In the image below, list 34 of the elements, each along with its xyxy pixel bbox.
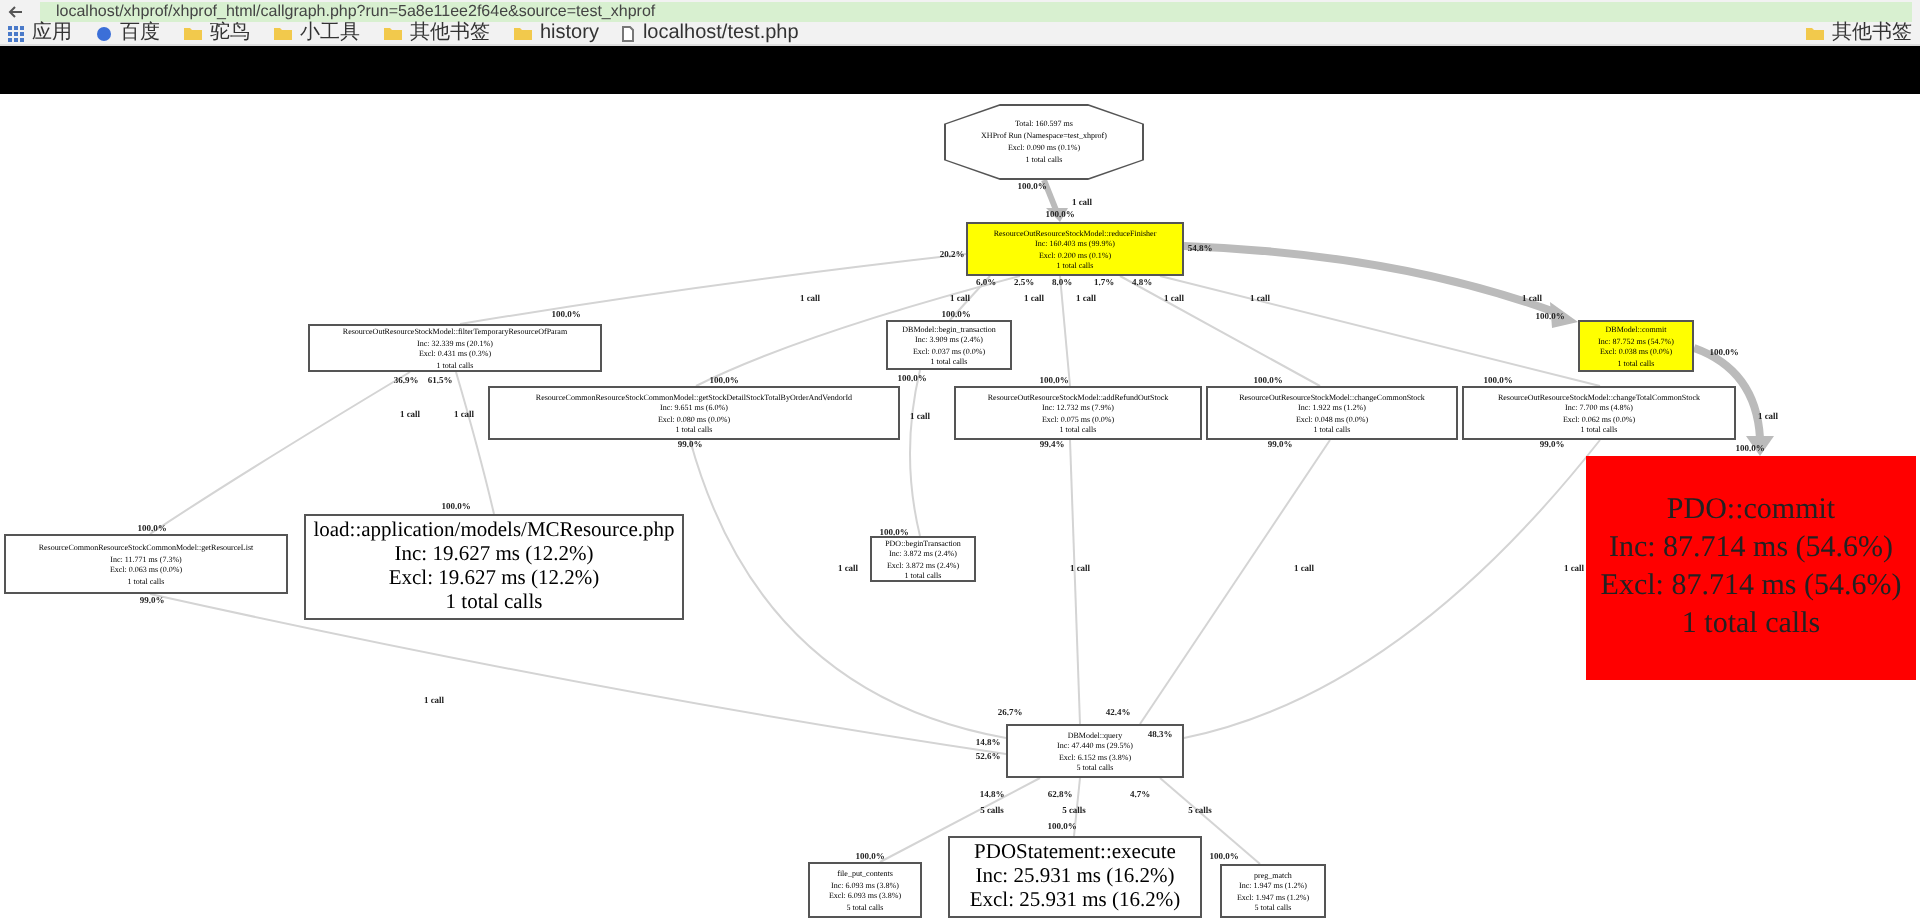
apps-grid-icon (8, 25, 24, 41)
bookmark-label: 应用 (32, 22, 72, 44)
address-field[interactable]: localhost/xhprof/xhprof_html/callgraph.php?run=5a8e11ee2f64e&source=test_xhprof (40, 1, 1912, 21)
node-stat: Excl: 87.714 ms (54.6%) (1600, 568, 1902, 606)
node-stat: Excl: 25.931 ms (16.2%) (969, 889, 1181, 913)
folder-icon (274, 26, 292, 40)
bookmark-item[interactable]: 驼鸟 (184, 22, 250, 44)
node-stat: Inc: 19.627 ms (12.2%) (394, 543, 594, 567)
folder-icon (184, 26, 202, 40)
node-stat: Inc: 25.931 ms (16.2%) (975, 865, 1175, 889)
bookmark-label: 小工具 (300, 22, 360, 44)
bookmark-label: 其他书签 (410, 22, 490, 44)
bookmark-item[interactable]: 小工具 (274, 22, 360, 44)
bookmark-item[interactable]: 百度 (96, 22, 160, 44)
node-stat: 1 total calls (445, 591, 543, 615)
bookmark-item[interactable]: 其他书签 (1806, 22, 1912, 44)
page-icon (622, 25, 635, 41)
folder-icon (514, 26, 532, 40)
node-stat: Inc: 87.714 ms (54.6%) (1608, 530, 1894, 568)
bookmark-label: 其他书签 (1832, 22, 1912, 44)
function-name: PDOStatement::execute (974, 841, 1176, 865)
function-name: load::application/models/MCResource.php (313, 519, 675, 543)
bookmark-item[interactable]: 应用 (8, 22, 72, 44)
bookmark-label: 驼鸟 (210, 22, 250, 44)
bookmark-item[interactable]: history (514, 22, 599, 44)
node-stat: Excl: 19.627 ms (12.2%) (388, 567, 600, 591)
bookmark-label: 百度 (120, 22, 160, 44)
back-icon[interactable] (8, 3, 24, 19)
bookmark-label: history (540, 22, 599, 44)
node-stat: 1 total calls (1681, 606, 1821, 644)
function-name: PDO::commit (1666, 492, 1836, 530)
folder-icon (384, 26, 402, 40)
bookmark-item[interactable]: 其他书签 (384, 22, 490, 44)
folder-icon (1806, 26, 1824, 40)
